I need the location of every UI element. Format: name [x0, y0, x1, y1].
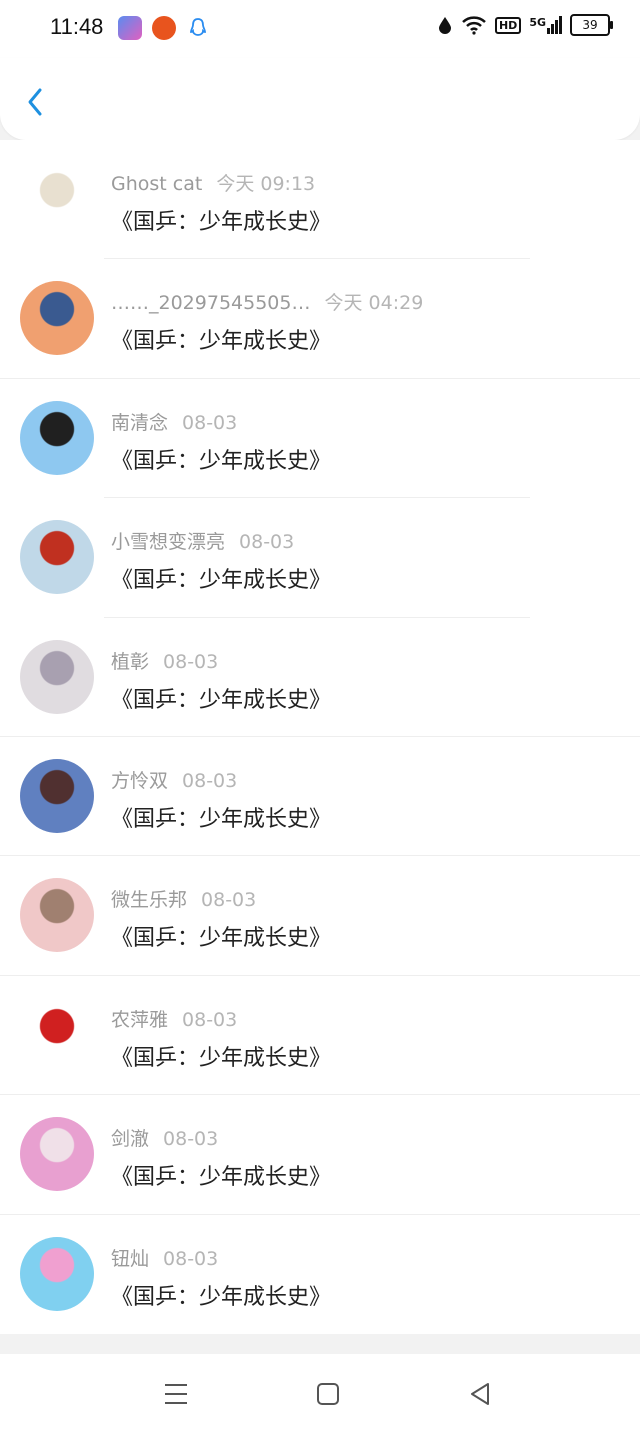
post-time: 08-03 [182, 769, 238, 792]
status-time: 11:48 [50, 14, 104, 39]
list-item[interactable]: ……_20297545505… 今天 04:29 《国乒：少年成长史》 [0, 259, 640, 379]
qq-icon [186, 16, 210, 40]
name-time-line: Ghost cat 今天 09:13 [111, 169, 315, 196]
avatar[interactable] [20, 639, 94, 714]
home-square-icon[interactable] [312, 1378, 344, 1410]
book-title[interactable]: 《国乒：少年成长史》 [111, 443, 331, 475]
post-time: 08-03 [201, 889, 257, 912]
user-name[interactable]: 钮灿 [111, 1248, 149, 1270]
name-time-line: ……_20297545505… 今天 04:29 [111, 288, 423, 315]
name-time-line: 农萍雅 08-03 [111, 1005, 237, 1032]
status-bar: 11:48 HD 5G 39 [0, 0, 640, 58]
avatar[interactable] [20, 520, 94, 595]
avatar[interactable] [20, 162, 94, 236]
post-time: 08-03 [182, 411, 238, 434]
list-item[interactable]: 农萍雅 08-03 《国乒：少年成长史》 [0, 976, 640, 1096]
post-time: 08-03 [182, 1008, 238, 1031]
user-name[interactable]: ……_20297545505… [111, 292, 310, 314]
avatar[interactable] [20, 281, 94, 356]
post-time: 08-03 [163, 1247, 219, 1270]
comment-list: Ghost cat 今天 09:13 《国乒：少年成长史》 ……_2029754550… [0, 140, 640, 1334]
name-time-line: 植彰 08-03 [111, 647, 218, 674]
user-name[interactable]: 植彰 [111, 651, 149, 673]
list-item[interactable]: 植彰 08-03 《国乒：少年成长史》 [0, 618, 640, 737]
name-time-line: 南清念 08-03 [111, 408, 237, 435]
book-title[interactable]: 《国乒：少年成长史》 [111, 1279, 331, 1311]
app-header [0, 58, 640, 140]
post-time: 08-03 [163, 650, 219, 673]
system-navigation-bar [0, 1354, 640, 1433]
book-title[interactable]: 《国乒：少年成长史》 [111, 323, 331, 355]
user-name[interactable]: 南清念 [111, 412, 168, 434]
post-time: 08-03 [239, 531, 295, 554]
notification-icons [118, 16, 210, 40]
back-triangle-icon[interactable] [464, 1378, 496, 1410]
book-title[interactable]: 《国乒：少年成长史》 [111, 682, 331, 714]
user-name[interactable]: 剑澈 [111, 1128, 149, 1150]
book-title[interactable]: 《国乒：少年成长史》 [111, 920, 331, 952]
battery-level: 39 [582, 18, 598, 32]
name-time-line: 方怜双 08-03 [111, 766, 237, 793]
hd-badge: HD [494, 16, 522, 34]
avatar[interactable] [20, 1117, 94, 1192]
user-name[interactable]: 微生乐邦 [111, 889, 187, 911]
book-title[interactable]: 《国乒：少年成长史》 [111, 1159, 331, 1191]
post-time: 08-03 [163, 1128, 219, 1151]
avatar[interactable] [20, 997, 94, 1072]
avatar[interactable] [20, 758, 94, 833]
post-time: 今天 09:13 [216, 173, 316, 195]
name-time-line: 钮灿 08-03 [111, 1244, 218, 1271]
name-time-line: 微生乐邦 08-03 [111, 885, 256, 912]
list-item[interactable]: 方怜双 08-03 《国乒：少年成长史》 [0, 737, 640, 857]
book-title[interactable]: 《国乒：少年成长史》 [111, 1040, 331, 1072]
wifi-icon [462, 16, 486, 35]
app-shortcut-icon [118, 16, 142, 40]
data-saver-icon [438, 17, 451, 34]
post-time: 今天 04:29 [324, 292, 424, 315]
system-status-icons: HD 5G 39 [437, 14, 613, 36]
user-name[interactable]: 农萍雅 [111, 1009, 168, 1031]
avatar[interactable] [20, 878, 94, 953]
user-name[interactable]: 方怜双 [111, 770, 168, 792]
list-item[interactable]: Ghost cat 今天 09:13 《国乒：少年成长史》 [0, 140, 640, 260]
network-label: 5G [529, 16, 546, 29]
back-arrow-icon[interactable] [22, 84, 50, 120]
book-title[interactable]: 《国乒：少年成长史》 [111, 204, 331, 236]
menu-icon[interactable] [160, 1378, 192, 1410]
pumpkin-icon [152, 16, 176, 40]
book-title[interactable]: 《国乒：少年成长史》 [111, 562, 331, 594]
list-item[interactable]: 小雪想变漂亮 08-03 《国乒：少年成长史》 [0, 498, 640, 618]
list-item[interactable]: 微生乐邦 08-03 《国乒：少年成长史》 [0, 856, 640, 976]
user-name[interactable]: 小雪想变漂亮 [111, 531, 225, 553]
signal-icon: 5G [529, 16, 562, 34]
avatar[interactable] [20, 400, 94, 475]
name-time-line: 剑澈 08-03 [111, 1124, 218, 1151]
name-time-line: 小雪想变漂亮 08-03 [111, 527, 294, 554]
book-title[interactable]: 《国乒：少年成长史》 [111, 801, 331, 833]
user-name[interactable]: Ghost cat [111, 173, 202, 195]
list-item[interactable]: 钮灿 08-03 《国乒：少年成长史》 [0, 1215, 640, 1334]
list-item[interactable]: 南清念 08-03 《国乒：少年成长史》 [0, 379, 640, 499]
avatar[interactable] [20, 1236, 94, 1311]
list-item[interactable]: 剑澈 08-03 《国乒：少年成长史》 [0, 1095, 640, 1215]
battery-icon: 39 [570, 14, 613, 36]
